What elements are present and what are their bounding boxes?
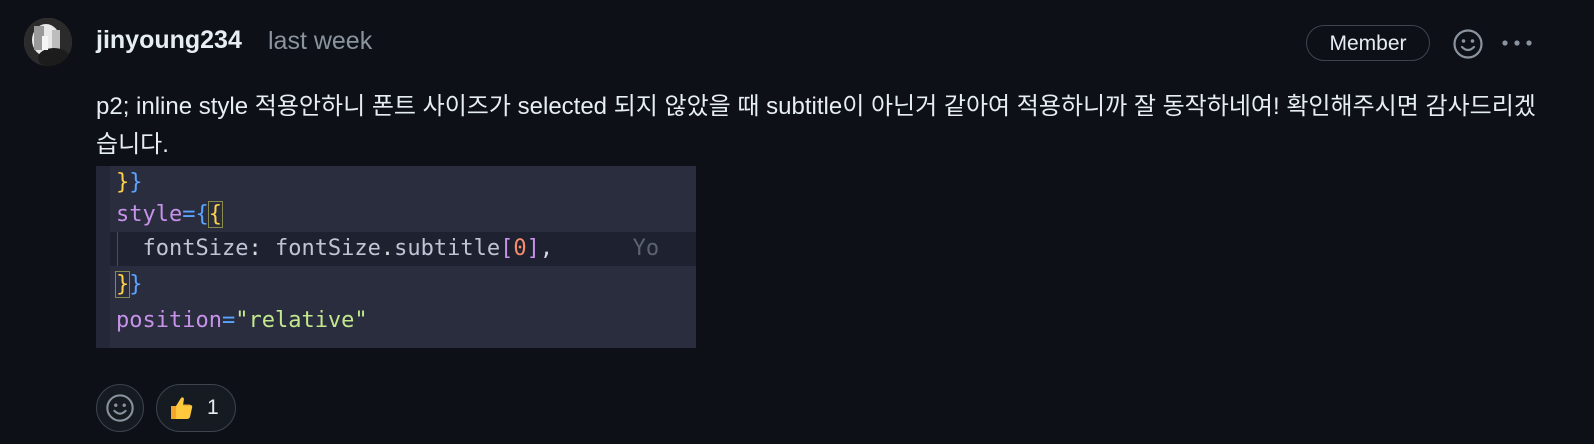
code-line: fontSize: fontSize.subtitle[0], Yo	[116, 232, 659, 266]
avatar[interactable]	[24, 18, 72, 66]
code-line: }}	[116, 166, 143, 200]
reaction-count: 1	[207, 396, 219, 419]
thumbs-up-reaction[interactable]: 1	[156, 384, 236, 432]
code-token: fontSize	[274, 236, 381, 261]
comment-body: p2; inline style 적용안하니 폰트 사이즈가 selected …	[96, 93, 1536, 158]
smiley-icon	[1453, 29, 1483, 59]
code-token: subtitle	[394, 236, 501, 261]
code-token: ,	[539, 236, 554, 261]
code-token: =	[221, 308, 236, 333]
kebab-horizontal-icon	[1502, 40, 1532, 46]
code-token: fontSize	[116, 236, 249, 261]
code-token: 0	[513, 236, 527, 261]
code-line: position="relative"	[116, 304, 368, 338]
comment-author[interactable]: jinyoung234	[96, 26, 242, 55]
add-reaction-button[interactable]	[1452, 28, 1484, 60]
code-gutter	[96, 166, 110, 348]
code-token: {	[195, 202, 209, 227]
code-token: :	[248, 236, 275, 261]
code-token: .	[380, 236, 395, 261]
code-token: [	[500, 236, 514, 261]
code-token: style	[116, 202, 183, 227]
code-line: style={{	[116, 198, 224, 232]
smiley-icon	[106, 394, 134, 422]
code-token: }	[129, 170, 143, 195]
comment-timestamp[interactable]: last week	[268, 27, 372, 56]
code-token: "relative"	[235, 308, 368, 333]
code-token: ]	[526, 236, 540, 261]
code-token: }	[114, 271, 131, 298]
more-options-button[interactable]	[1500, 33, 1534, 53]
code-token: Yo	[553, 236, 660, 261]
thumbs-up-icon	[171, 397, 193, 419]
add-reaction-button-bottom[interactable]	[96, 384, 144, 432]
code-token: position	[116, 308, 222, 333]
code-screenshot[interactable]: }} style={{ fontSize: fontSize.subtitle[0…	[96, 166, 696, 348]
issue-comment: jinyoung234 last week Member p2; inline …	[0, 0, 1594, 444]
code-line: }}	[114, 268, 143, 302]
code-token: =	[182, 202, 196, 227]
member-badge: Member	[1306, 25, 1430, 61]
code-token: {	[207, 201, 224, 228]
avatar-icon	[24, 18, 72, 66]
code-token: }	[116, 170, 130, 195]
code-token: }	[129, 272, 143, 297]
